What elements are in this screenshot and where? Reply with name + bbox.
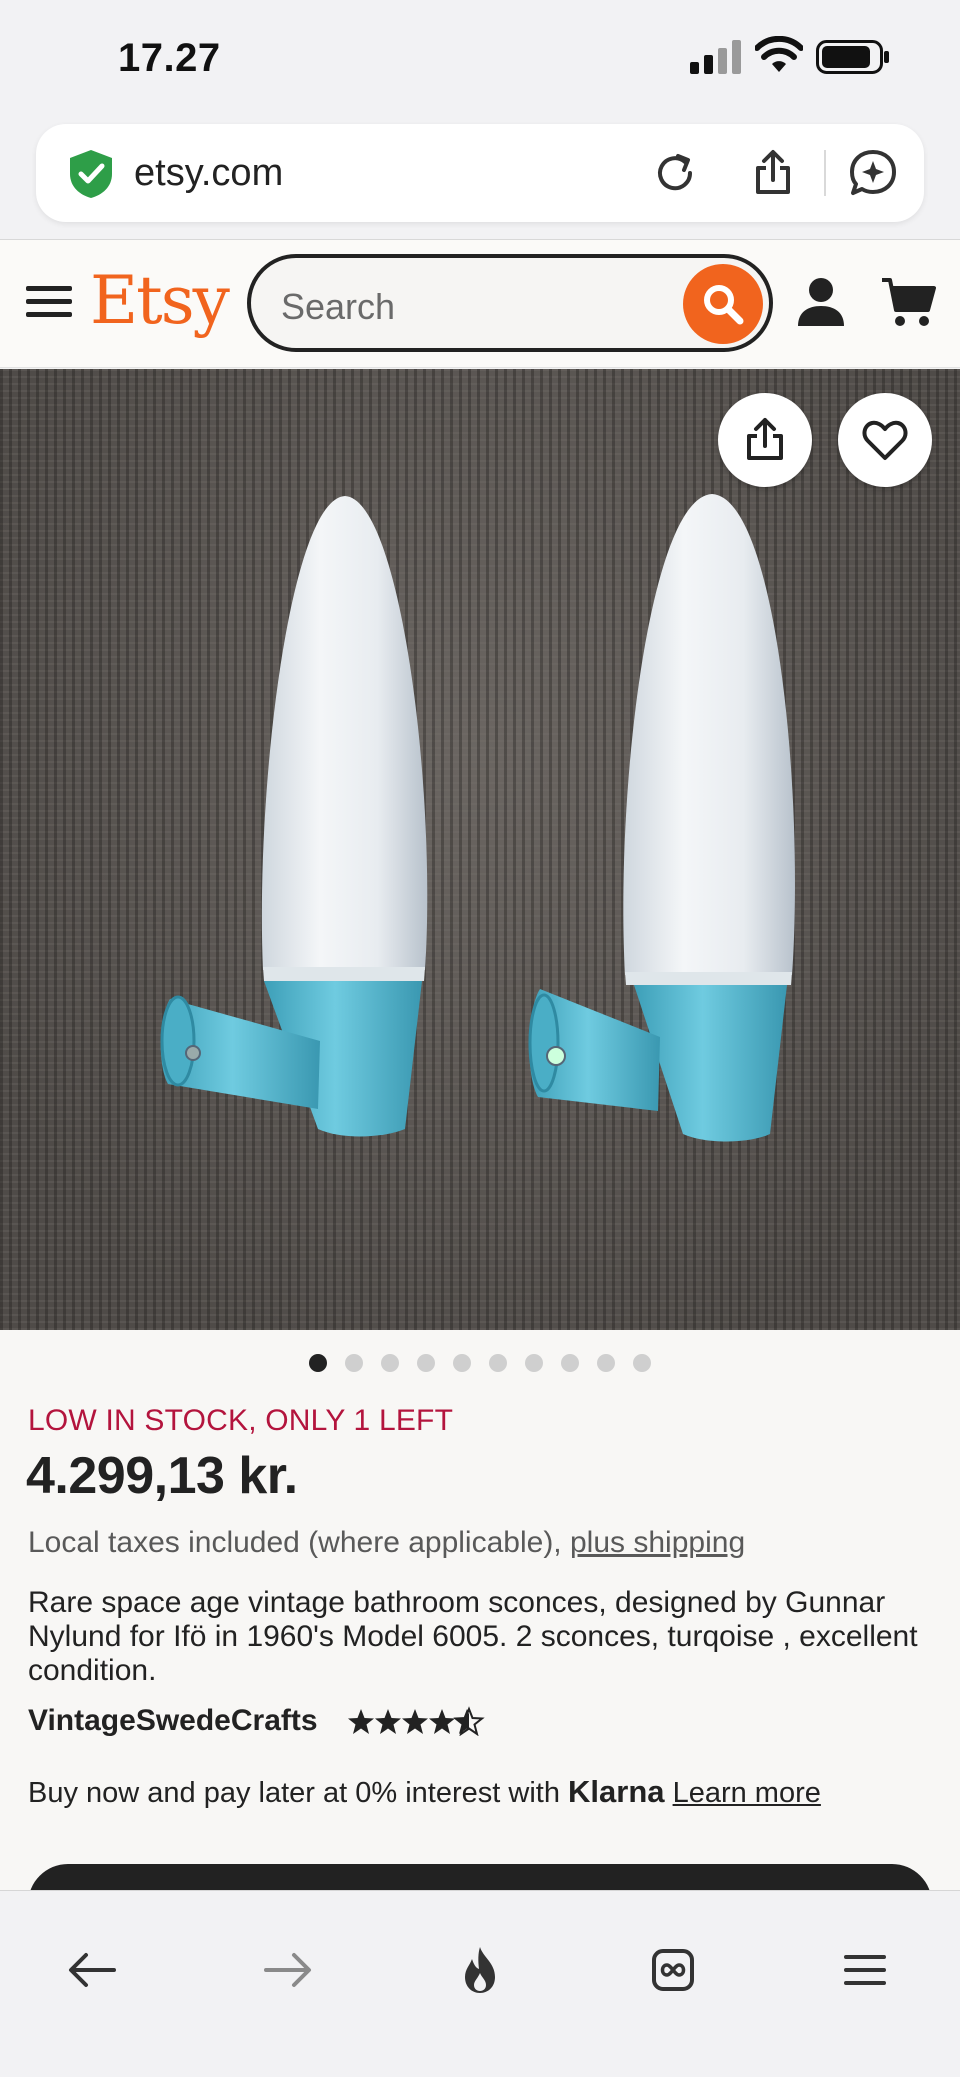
heart-icon: [862, 420, 908, 460]
pagination-dot[interactable]: [417, 1354, 435, 1372]
shipping-link[interactable]: plus shipping: [570, 1526, 745, 1559]
status-bar: 17.27: [0, 0, 960, 118]
pagination-dot[interactable]: [597, 1354, 615, 1372]
signal-icon: [690, 40, 741, 74]
wifi-icon: [755, 36, 803, 72]
reload-icon[interactable]: [650, 148, 700, 198]
klarna-info: Buy now and pay later at 0% interest wit…: [28, 1774, 821, 1810]
product-title: Rare space age vintage bathroom sconces,…: [28, 1586, 918, 1687]
back-arrow-icon[interactable]: [66, 1943, 120, 1997]
browser-toolbar: [0, 1890, 960, 2077]
share-button[interactable]: [718, 393, 812, 487]
tax-info: Local taxes included (where applicable),…: [28, 1526, 745, 1560]
cart-icon[interactable]: [880, 276, 936, 328]
pagination-dot[interactable]: [489, 1354, 507, 1372]
rating-stars[interactable]: [348, 1706, 488, 1736]
product-image[interactable]: [0, 369, 960, 1330]
pagination-dot[interactable]: [633, 1354, 651, 1372]
share-icon: [747, 418, 783, 460]
search-icon: [704, 285, 744, 325]
search-input[interactable]: Search: [247, 254, 773, 352]
ai-chat-icon[interactable]: [848, 148, 898, 198]
pagination-dot[interactable]: [453, 1354, 471, 1372]
menu-icon[interactable]: [838, 1943, 892, 1997]
user-icon[interactable]: [796, 276, 846, 328]
address-bar[interactable]: etsy.com: [36, 124, 924, 222]
search-placeholder: Search: [281, 286, 396, 327]
tax-text: Local taxes included (where applicable),: [28, 1526, 562, 1559]
site-header: Etsy Search: [0, 240, 960, 368]
pagination-dot[interactable]: [525, 1354, 543, 1372]
browser-chrome: etsy.com: [0, 118, 960, 240]
pagination-dot[interactable]: [381, 1354, 399, 1372]
hamburger-menu-icon[interactable]: [26, 282, 72, 322]
tabs-icon[interactable]: [646, 1943, 700, 1997]
pagination-dot[interactable]: [345, 1354, 363, 1372]
divider: [824, 150, 826, 196]
battery-icon: [816, 40, 889, 74]
product-price: 4.299,13 kr.: [26, 1447, 298, 1505]
sconce-pair-image: [160, 494, 795, 1142]
pagination-dot[interactable]: [309, 1354, 327, 1372]
forward-arrow-icon[interactable]: [260, 1943, 314, 1997]
stock-notice: LOW IN STOCK, ONLY 1 LEFT: [28, 1404, 454, 1437]
search-button[interactable]: [683, 264, 763, 344]
flame-icon[interactable]: [453, 1943, 507, 1997]
url-text[interactable]: etsy.com: [134, 152, 283, 195]
share-icon[interactable]: [748, 148, 798, 198]
image-pagination[interactable]: [0, 1354, 960, 1378]
klarna-brand: Klarna: [568, 1774, 665, 1809]
product-details: LOW IN STOCK, ONLY 1 LEFT 4.299,13 kr. L…: [0, 1330, 960, 1944]
seller-name-link[interactable]: VintageSwedeCrafts: [28, 1704, 318, 1738]
learn-more-link[interactable]: Learn more: [673, 1777, 821, 1809]
status-time: 17.27: [118, 36, 221, 80]
etsy-logo[interactable]: Etsy: [90, 262, 230, 339]
pagination-dot[interactable]: [561, 1354, 579, 1372]
klarna-text: Buy now and pay later at 0% interest wit…: [28, 1777, 560, 1809]
shield-check-icon: [70, 150, 112, 198]
favorite-button[interactable]: [838, 393, 932, 487]
